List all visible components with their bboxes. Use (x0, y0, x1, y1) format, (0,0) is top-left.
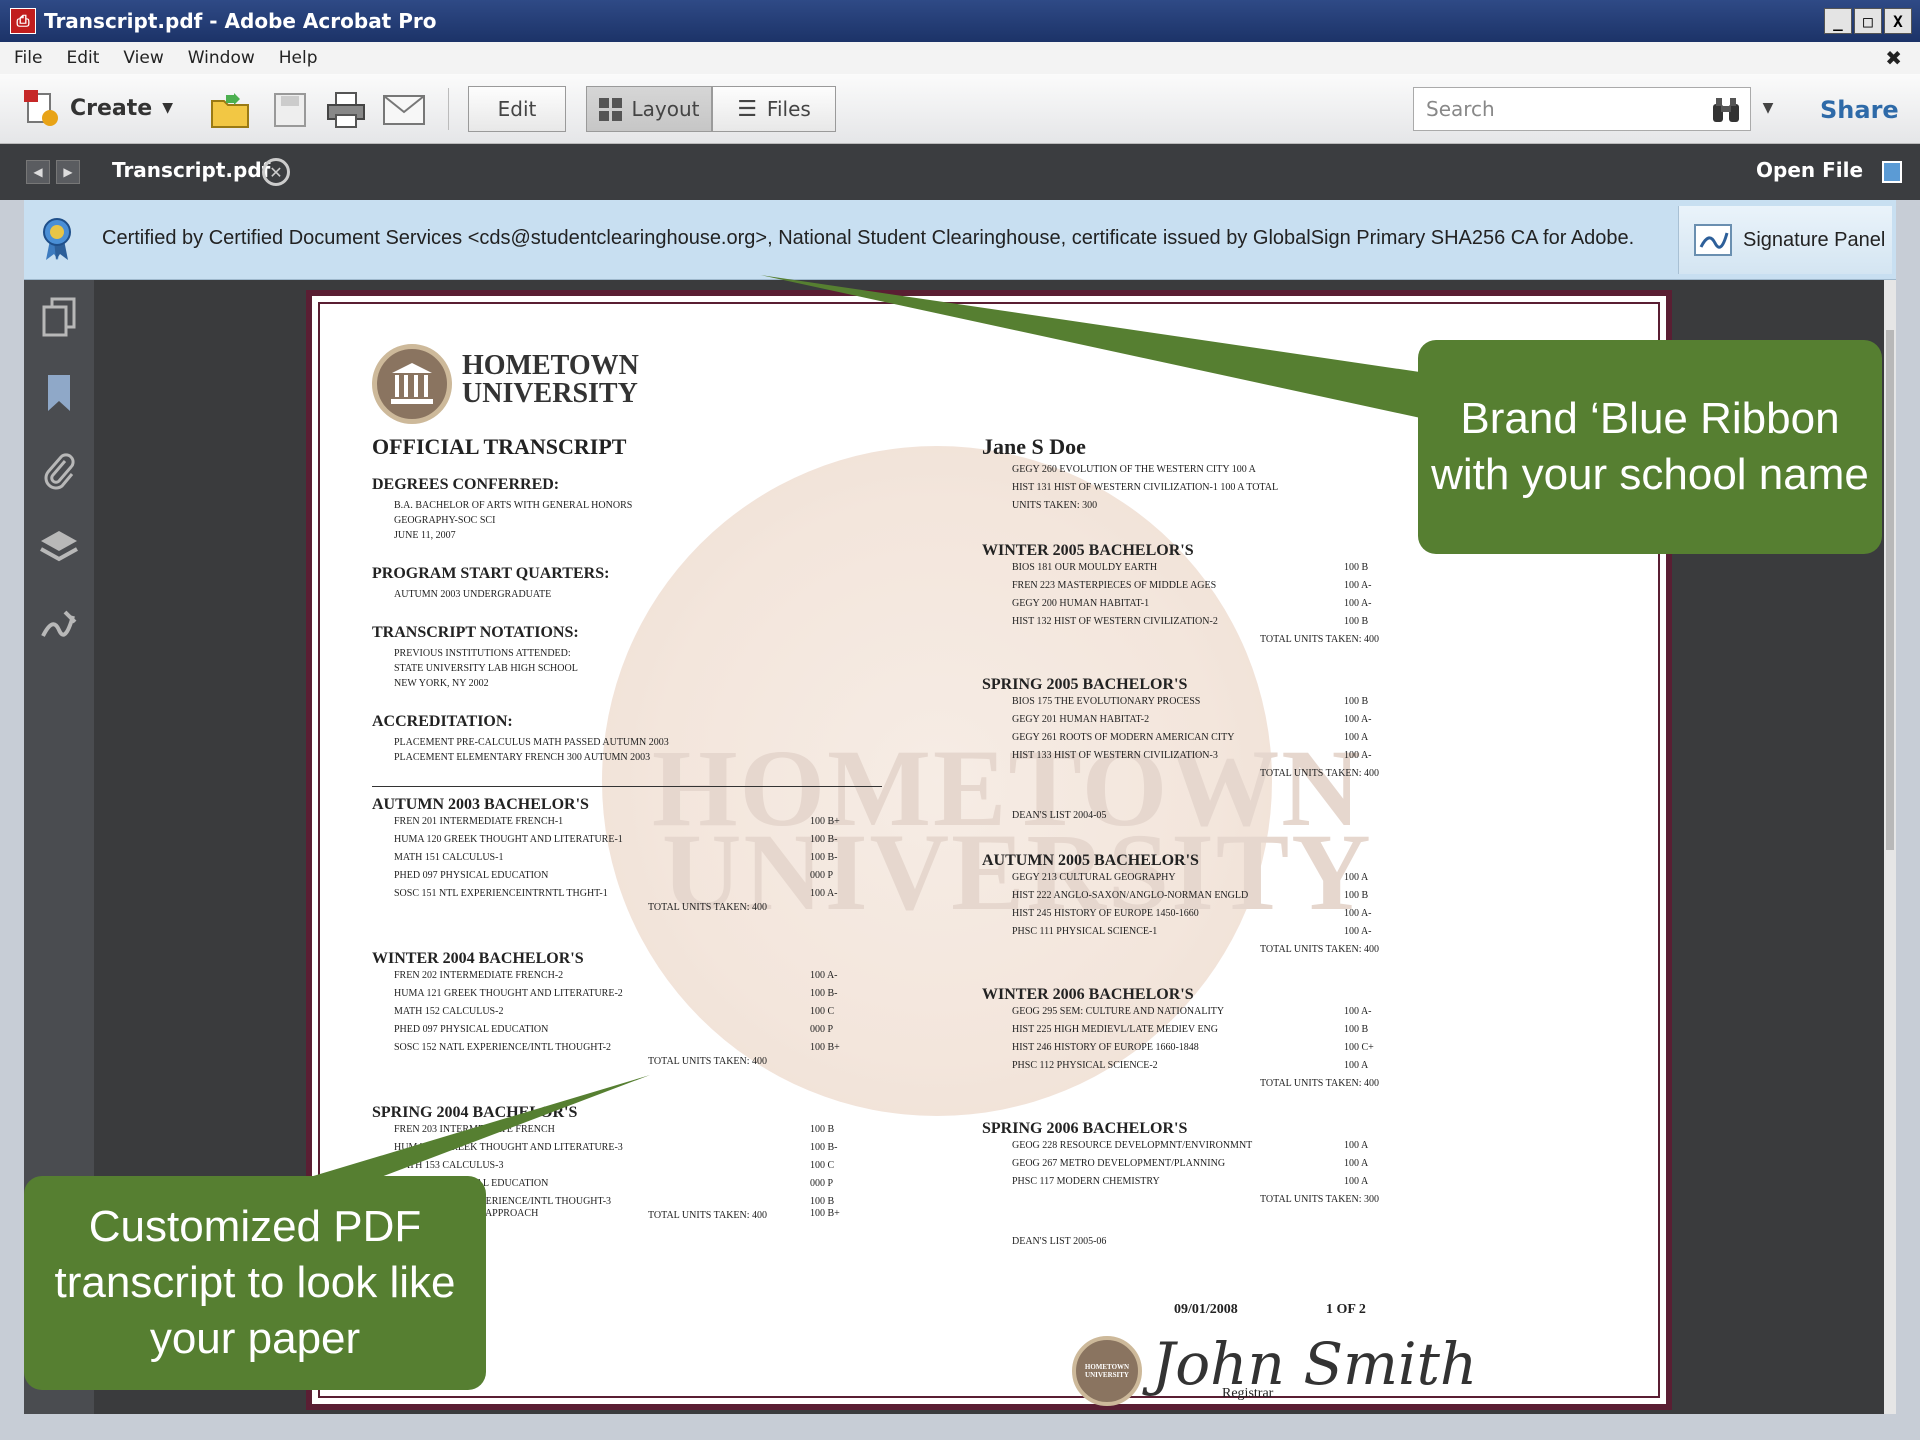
customized-callout-pointer (300, 1075, 650, 1185)
brand-callout: Brand ‘Blue Ribbon with your school name (1418, 340, 1882, 554)
brand-callout-pointer (760, 275, 1440, 420)
customized-callout: Customized PDF transcript to look like y… (24, 1176, 486, 1390)
acrobat-window: ⎙ Transcript.pdf - Adobe Acrobat Pro _ □… (0, 0, 1920, 1440)
